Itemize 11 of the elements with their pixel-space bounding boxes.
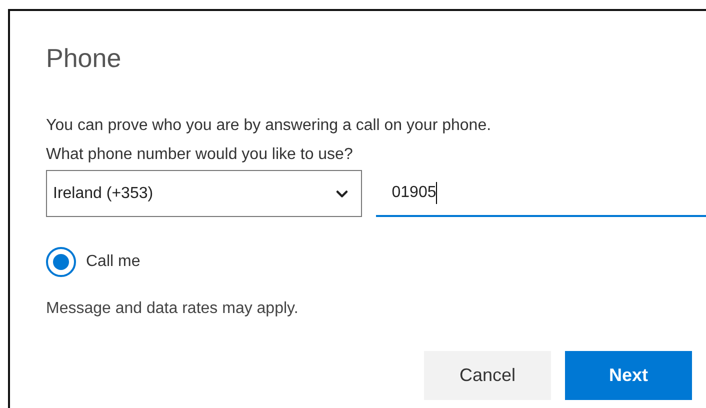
dialog-title: Phone	[46, 42, 122, 75]
next-button[interactable]: Next	[565, 351, 692, 400]
country-select[interactable]: Ireland (+353)	[46, 170, 362, 217]
radio-button[interactable]	[46, 247, 76, 277]
rates-note: Message and data rates may apply.	[46, 299, 298, 319]
radio-option[interactable]: Call me	[46, 247, 140, 277]
description-text: You can prove who you are by answering a call on your phone.	[46, 116, 492, 136]
text-cursor	[436, 182, 438, 204]
description-text: What phone number would you like to use?	[46, 145, 353, 165]
phone-number-field[interactable]: 01905	[376, 170, 706, 217]
cancel-button[interactable]: Cancel	[424, 351, 551, 400]
